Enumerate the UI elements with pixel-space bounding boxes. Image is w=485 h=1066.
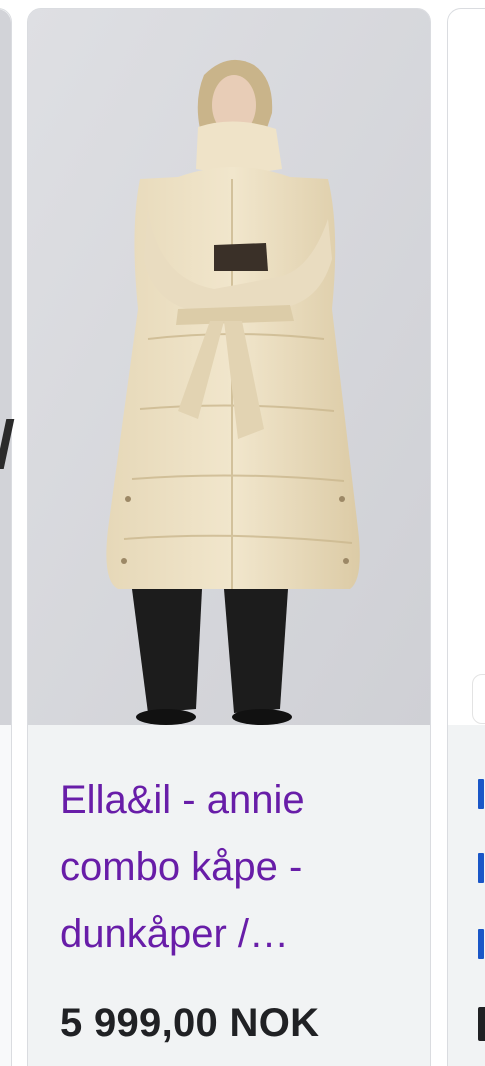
product-price: 5 999,00 NOK xyxy=(60,1001,320,1045)
product-info: Ella&il - annie combo kåpe - dunkåper /…… xyxy=(28,725,430,1066)
next-product-card[interactable] xyxy=(447,8,485,1066)
shopping-results-carousel: Ella&il - annie combo kåpe - dunkåper /…… xyxy=(0,0,485,1066)
next-product-title-fragment[interactable] xyxy=(478,779,484,809)
next-product-title-fragment[interactable] xyxy=(478,853,484,883)
product-title-link[interactable]: Ella&il - annie combo kåpe - dunkåper /… xyxy=(60,767,405,968)
next-product-title-fragment[interactable] xyxy=(478,929,484,959)
previous-product-card[interactable] xyxy=(0,8,15,1066)
product-card[interactable]: Ella&il - annie combo kåpe - dunkåper /…… xyxy=(27,8,431,1066)
coat-model-photo xyxy=(28,9,430,725)
next-product-price-fragment xyxy=(478,1007,485,1041)
previous-product-image[interactable] xyxy=(0,9,11,725)
next-product-badge xyxy=(472,674,485,724)
product-image[interactable] xyxy=(28,9,430,725)
